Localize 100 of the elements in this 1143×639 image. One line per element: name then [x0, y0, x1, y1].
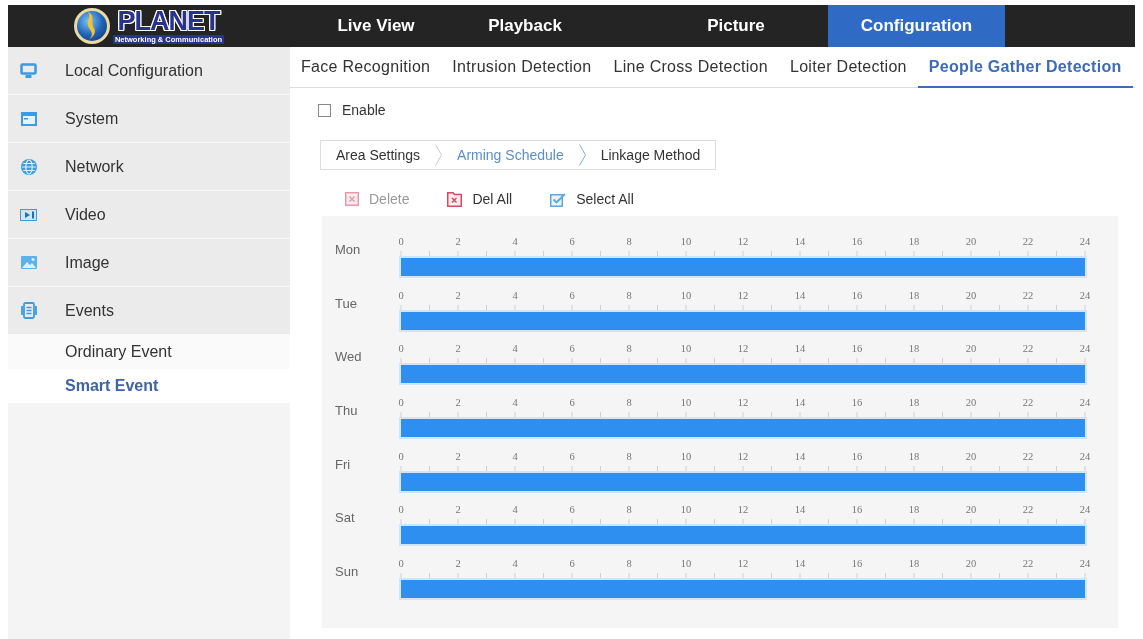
tick-label: 22 — [1022, 397, 1034, 409]
delete-icon — [345, 192, 359, 206]
sidebar-item[interactable]: Local Configuration — [8, 47, 290, 95]
tick-label: 10 — [680, 558, 692, 570]
tick-label: 0 — [398, 397, 404, 409]
day-label: Sun — [334, 563, 360, 580]
tick-label: 18 — [908, 450, 920, 462]
tick-label: 14 — [794, 450, 806, 462]
monitor-icon — [20, 63, 37, 78]
sidebar-subitem[interactable]: Ordinary Event — [8, 335, 290, 369]
delete-all-icon — [447, 191, 463, 207]
sidebar-item[interactable]: Video — [8, 191, 290, 239]
tick-label: 4 — [512, 397, 518, 409]
tick-label: 6 — [569, 289, 575, 301]
tick-label: 2 — [455, 289, 461, 301]
detection-tab[interactable]: Intrusion Detection — [441, 47, 603, 88]
tick-label: 2 — [455, 504, 461, 516]
globe-icon — [20, 158, 37, 175]
tick-label: 20 — [965, 558, 977, 570]
step-tab[interactable]: Linkage Method — [585, 147, 716, 163]
tick-label: 0 — [398, 343, 404, 355]
tick-label: 8 — [626, 343, 632, 355]
tick-label: 14 — [794, 504, 806, 516]
tick-label: 12 — [737, 289, 749, 301]
day-label: Mon — [334, 241, 362, 257]
tick-label: 10 — [680, 289, 692, 301]
tick-label: 18 — [908, 504, 920, 516]
tick-label: 8 — [626, 504, 632, 516]
tick-label: 0 — [398, 558, 404, 570]
tick-label: 16 — [851, 397, 863, 409]
nav-tab[interactable]: Configuration — [828, 5, 1005, 47]
sidebar-item[interactable]: System — [8, 95, 290, 143]
tick-label: 22 — [1022, 504, 1034, 516]
detection-tab[interactable]: Line Cross Detection — [602, 47, 779, 88]
nav-tab[interactable]: Live View — [290, 5, 462, 47]
tick-label: 12 — [737, 397, 749, 409]
tick-label: 0 — [398, 504, 404, 516]
step-tab[interactable]: Arming Schedule — [442, 147, 579, 163]
tick-label: 18 — [908, 343, 920, 355]
detection-tab[interactable]: Face Recognition — [290, 47, 442, 88]
tick-label: 8 — [626, 450, 632, 462]
tick-label: 24 — [1079, 397, 1091, 409]
tick-label: 20 — [965, 289, 977, 301]
tick-label: 12 — [737, 504, 749, 516]
sidebar-item[interactable]: Events — [8, 287, 290, 335]
tick-label: 4 — [512, 343, 518, 355]
tick-label: 4 — [512, 236, 518, 247]
tick-label: 6 — [569, 236, 575, 247]
nav-tab[interactable]: Playback — [462, 5, 588, 47]
tick-label: 0 — [398, 236, 404, 247]
image-icon — [20, 256, 37, 269]
sidebar-item[interactable]: Network — [8, 143, 290, 191]
tick-label: 10 — [680, 504, 692, 516]
tick-label: 10 — [680, 236, 692, 247]
tick-label: 8 — [626, 558, 632, 570]
tick-label: 24 — [1079, 450, 1091, 462]
tick-label: 24 — [1079, 236, 1091, 247]
tick-label: 12 — [737, 450, 749, 462]
logo-globe-icon — [73, 8, 110, 44]
nav-tab[interactable]: Picture — [644, 5, 828, 47]
window-icon — [20, 111, 37, 126]
select-all-button[interactable]: Select All — [550, 191, 634, 207]
tick-label: 22 — [1022, 236, 1034, 247]
tick-label: 6 — [569, 343, 575, 355]
day-label: Thu — [334, 402, 359, 419]
sidebar-subitem[interactable]: Smart Event — [8, 369, 290, 403]
tick-label: 2 — [455, 397, 461, 409]
day-label: Tue — [334, 294, 358, 311]
tick-label: 22 — [1022, 558, 1034, 570]
tick-label: 24 — [1079, 343, 1091, 355]
detection-tab[interactable]: Loiter Detection — [778, 47, 918, 88]
day-label: Wed — [334, 348, 363, 365]
tick-label: 14 — [794, 558, 806, 570]
tick-label: 6 — [569, 450, 575, 462]
tick-label: 12 — [737, 343, 749, 355]
tick-label: 16 — [851, 450, 863, 462]
tick-label: 22 — [1022, 450, 1034, 462]
tick-label: 10 — [680, 397, 692, 409]
video-icon — [20, 208, 37, 221]
tick-label: 18 — [908, 558, 920, 570]
step-tab[interactable]: Area Settings — [321, 147, 436, 163]
tick-label: 16 — [851, 343, 863, 355]
tick-label: 4 — [512, 558, 518, 570]
chevron-icon — [435, 144, 443, 166]
tick-label: 8 — [626, 289, 632, 301]
sidebar-item[interactable]: Image — [8, 239, 290, 287]
tick-label: 14 — [794, 236, 806, 247]
tick-label: 24 — [1079, 289, 1091, 301]
tick-label: 20 — [965, 343, 977, 355]
tick-label: 18 — [908, 236, 920, 247]
tick-label: 2 — [455, 236, 461, 247]
tick-label: 20 — [965, 450, 977, 462]
enable-checkbox[interactable] — [318, 103, 331, 117]
tick-label: 2 — [455, 558, 461, 570]
delete-all-button[interactable]: Del All — [447, 191, 513, 207]
tick-label: 18 — [908, 397, 920, 409]
tick-label: 6 — [569, 504, 575, 516]
tick-label: 24 — [1079, 558, 1091, 570]
tick-label: 6 — [569, 558, 575, 570]
detection-tab[interactable]: People Gather Detection — [917, 47, 1133, 88]
